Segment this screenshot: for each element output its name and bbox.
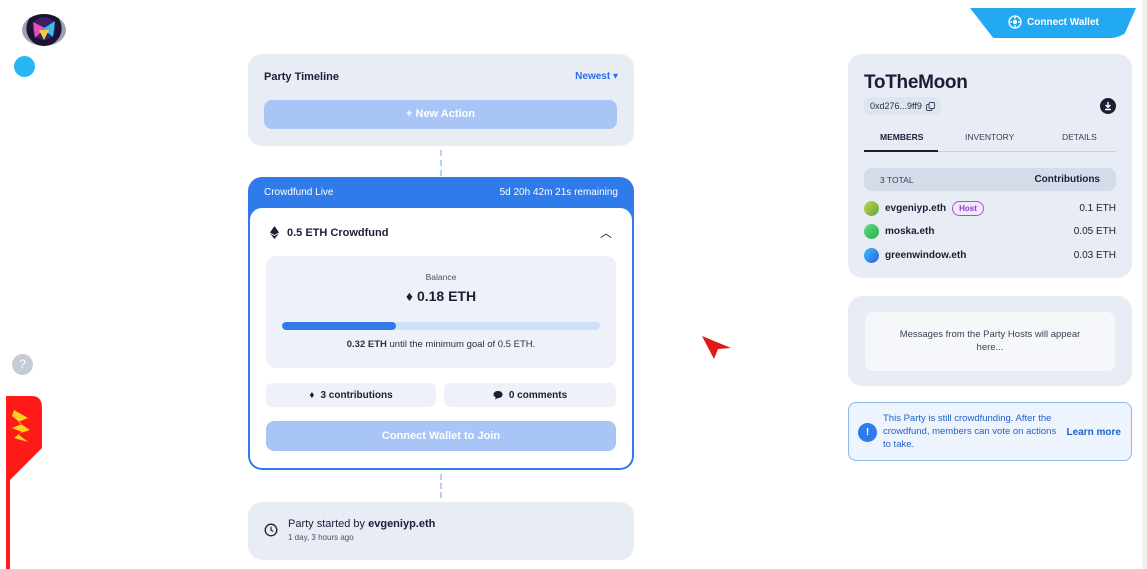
sort-label: Newest (575, 71, 611, 82)
party-info-card: ToTheMoon 0xd276...9ff9 MEMBERS INVENTOR… (848, 54, 1132, 278)
members-total: 3 TOTAL (880, 175, 914, 185)
balance-label: Balance (425, 272, 457, 282)
member-row[interactable]: evgeniyp.eth Host 0.1 ETH (864, 199, 1116, 217)
clock-icon (264, 523, 278, 537)
connect-wallet-button[interactable]: Connect Wallet (970, 8, 1136, 38)
party-name: ToTheMoon (864, 72, 968, 93)
tab-inventory[interactable]: INVENTORY (965, 132, 1014, 142)
party-address: 0xd276...9ff9 (870, 101, 922, 111)
chevron-down-icon: ▾ (610, 71, 618, 82)
avatar (864, 200, 879, 216)
timeline-title: Party Timeline (264, 71, 339, 83)
crowdfund-card: Crowdfund Live 5d 20h 42m 21s remaining … (248, 177, 634, 470)
started-prefix: Party started by (288, 518, 366, 530)
info-icon: ! (858, 423, 877, 442)
avatar (864, 223, 879, 239)
member-contribution: 0.05 ETH (1073, 225, 1116, 237)
member-row[interactable]: greenwindow.eth 0.03 ETH (864, 246, 1116, 264)
started-user[interactable]: evgeniyp.eth (368, 518, 435, 530)
member-row[interactable]: moska.eth 0.05 ETH (864, 222, 1116, 240)
info-text: This Party is still crowdfunding. After … (883, 413, 1057, 450)
sort-dropdown[interactable]: Newest ▾ (575, 71, 618, 82)
remaining-text: until the minimum goal of 0.5 ETH. (389, 339, 536, 350)
messages-placeholder: Messages from the Party Hosts will appea… (865, 312, 1115, 371)
page-scrollbar[interactable] (1142, 0, 1147, 569)
connect-wallet-label: Connect Wallet (1027, 16, 1099, 28)
party-logo[interactable] (22, 14, 66, 46)
chevron-up-icon[interactable]: ︿ (600, 224, 612, 241)
active-tab-indicator (864, 150, 938, 152)
crowdfund-title-row: 0.5 ETH Crowdfund (270, 226, 388, 239)
wallet-icon (1008, 15, 1022, 29)
copy-icon[interactable] (925, 101, 935, 111)
party-address-pill[interactable]: 0xd276...9ff9 (864, 97, 941, 115)
balance-value-row: ♦ 0.18 ETH (266, 288, 616, 304)
learn-more-link[interactable]: Learn more (1067, 427, 1121, 438)
comments-label: 0 comments (508, 389, 568, 401)
side-flag-icon[interactable] (6, 396, 44, 569)
help-icon[interactable]: ? (12, 354, 33, 375)
contributions-header: Contributions (1034, 174, 1100, 185)
remaining-amount: 0.32 ETH (346, 339, 387, 350)
status-dot-icon (14, 56, 35, 77)
eth-icon: ♦ (405, 288, 417, 304)
eth-icon: ♦ (309, 389, 315, 401)
download-icon[interactable] (1100, 98, 1116, 114)
funding-progress-fill (282, 322, 397, 330)
crowdfund-status: Crowdfund Live (264, 187, 334, 198)
member-name: moska.eth (885, 225, 935, 237)
time-remaining: 5d 20h 42m 21s remaining (499, 187, 618, 198)
contributions-label: 3 contributions (320, 389, 393, 401)
funding-progress-bar (282, 322, 600, 330)
eth-icon (270, 226, 279, 239)
contributions-button[interactable]: ♦ 3 contributions (266, 383, 436, 407)
comment-icon (493, 391, 503, 400)
comments-button[interactable]: 0 comments (444, 383, 616, 407)
members-header: 3 TOTAL Contributions (864, 168, 1116, 191)
host-badge: Host (952, 200, 984, 216)
new-action-button[interactable]: + New Action (264, 100, 617, 129)
member-name: evgeniyp.eth (885, 202, 947, 214)
started-time: 1 day, 3 hours ago (288, 533, 354, 542)
tab-members[interactable]: MEMBERS (880, 132, 923, 142)
host-messages-card: Messages from the Party Hosts will appea… (848, 296, 1132, 386)
connect-wallet-to-join-button[interactable]: Connect Wallet to Join (266, 421, 616, 451)
balance-panel: Balance ♦ 0.18 ETH 0.32 ETH until the mi… (266, 256, 616, 368)
goal-text: 0.32 ETH until the minimum goal of 0.5 E… (266, 339, 616, 350)
member-name: greenwindow.eth (885, 249, 967, 261)
member-contribution: 0.1 ETH (1079, 202, 1116, 214)
party-tabs: MEMBERS INVENTORY DETAILS (864, 130, 1116, 152)
timeline-connector (440, 150, 442, 176)
party-started-text: Party started by evgeniyp.eth (288, 518, 435, 530)
cursor-arrow-icon (702, 336, 731, 359)
avatar (864, 247, 879, 263)
crowdfund-title: 0.5 ETH Crowdfund (287, 226, 389, 239)
party-started-card: Party started by evgeniyp.eth 1 day, 3 h… (248, 502, 634, 560)
tab-details[interactable]: DETAILS (1062, 132, 1097, 142)
crowdfunding-info-banner: ! This Party is still crowdfunding. Afte… (848, 402, 1132, 461)
logo-mark-icon (33, 21, 55, 40)
member-contribution: 0.03 ETH (1073, 249, 1116, 261)
balance-value: 0.18 ETH (416, 288, 477, 304)
party-timeline-card: Party Timeline Newest ▾ + New Action (248, 54, 634, 146)
timeline-connector (440, 474, 442, 498)
